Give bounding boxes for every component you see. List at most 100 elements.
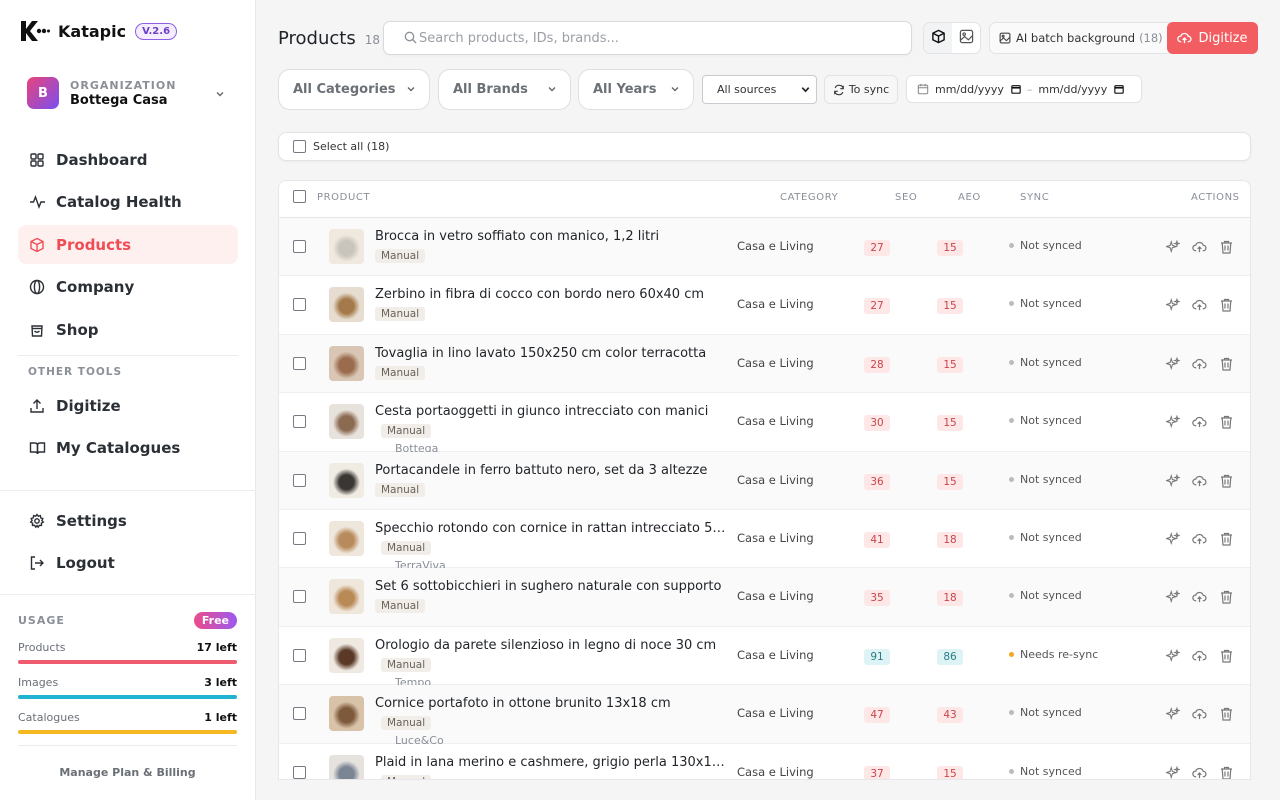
nav-item-settings[interactable]: Settings bbox=[18, 501, 238, 540]
delete-button[interactable] bbox=[1217, 296, 1235, 314]
date-to-input[interactable]: mm/dd/yyyy bbox=[1038, 83, 1124, 96]
product-thumbnail[interactable] bbox=[329, 754, 364, 779]
row-checkbox[interactable] bbox=[293, 531, 306, 545]
table-row[interactable]: Tovaglia in lino lavato 150x250 cm color… bbox=[279, 334, 1250, 394]
nav-item-my-catalogues[interactable]: My Catalogues bbox=[18, 429, 238, 468]
delete-button[interactable] bbox=[1217, 705, 1235, 723]
product-name[interactable]: Orologio da parete silenzioso in legno d… bbox=[375, 638, 716, 653]
product-thumbnail[interactable] bbox=[329, 229, 364, 264]
ai-enhance-button[interactable] bbox=[1164, 296, 1182, 314]
delete-button[interactable] bbox=[1217, 355, 1235, 373]
sync-upload-button[interactable] bbox=[1191, 530, 1209, 548]
product-thumbnail[interactable] bbox=[329, 637, 364, 673]
search-box[interactable] bbox=[383, 21, 912, 55]
delete-button[interactable] bbox=[1217, 764, 1235, 779]
digitize-button[interactable]: Digitize bbox=[1167, 22, 1258, 54]
table-row[interactable]: Cornice portafoto in ottone brunito 13x1… bbox=[279, 685, 1250, 747]
product-thumbnail[interactable] bbox=[329, 345, 364, 381]
sync-upload-button[interactable] bbox=[1191, 238, 1209, 256]
ai-enhance-button[interactable] bbox=[1164, 530, 1182, 548]
date-from-input[interactable]: mm/dd/yyyy bbox=[935, 83, 1021, 96]
column-seo[interactable]: SEO bbox=[895, 192, 917, 203]
column-aeo[interactable]: AEO bbox=[958, 192, 981, 203]
table-row[interactable]: Plaid in lana merino e cashmere, grigio … bbox=[279, 744, 1250, 779]
product-thumbnail[interactable] bbox=[329, 287, 364, 323]
view-image-button[interactable] bbox=[952, 23, 980, 53]
year-filter[interactable]: All Years bbox=[578, 69, 694, 110]
product-name[interactable]: Portacandele in ferro battuto nero, set … bbox=[375, 463, 707, 478]
product-name[interactable]: Set 6 sottobicchieri in sughero naturale… bbox=[375, 579, 721, 594]
nav-item-shop[interactable]: Shop bbox=[18, 310, 238, 349]
table-row[interactable]: Set 6 sottobicchieri in sughero naturale… bbox=[279, 568, 1250, 627]
delete-button[interactable] bbox=[1217, 472, 1235, 490]
brand[interactable]: Katapic V.2.6 bbox=[20, 18, 178, 44]
column-category[interactable]: CATEGORY bbox=[780, 192, 838, 203]
table-row[interactable]: Specchio rotondo con cornice in rattan i… bbox=[279, 510, 1250, 572]
to-sync-button[interactable]: To sync bbox=[824, 75, 898, 104]
nav-item-digitize[interactable]: Digitize bbox=[18, 386, 238, 425]
sync-upload-button[interactable] bbox=[1191, 472, 1209, 490]
organization-switcher[interactable]: B ORGANIZATION Bottega Casa bbox=[20, 70, 236, 116]
table-row[interactable]: Orologio da parete silenzioso in legno d… bbox=[279, 627, 1250, 702]
ai-enhance-button[interactable] bbox=[1164, 647, 1182, 665]
view-3d-button[interactable] bbox=[924, 23, 952, 53]
product-thumbnail[interactable] bbox=[329, 579, 364, 615]
row-checkbox[interactable] bbox=[293, 240, 306, 253]
table-row[interactable]: Zerbino in fibra di cocco con bordo nero… bbox=[279, 276, 1250, 335]
nav-item-dashboard[interactable]: Dashboard bbox=[18, 140, 238, 179]
select-all-checkbox[interactable] bbox=[293, 140, 306, 153]
sync-upload-button[interactable] bbox=[1191, 355, 1209, 373]
nav-item-company[interactable]: Company bbox=[18, 268, 238, 307]
search-input[interactable] bbox=[419, 30, 889, 46]
ai-enhance-button[interactable] bbox=[1164, 238, 1182, 256]
row-checkbox[interactable] bbox=[293, 590, 306, 604]
source-select[interactable]: All sources bbox=[702, 75, 817, 104]
product-name[interactable]: Tovaglia in lino lavato 150x250 cm color… bbox=[375, 346, 706, 361]
product-name[interactable]: Specchio rotondo con cornice in rattan i… bbox=[375, 521, 730, 536]
sync-upload-button[interactable] bbox=[1191, 413, 1209, 431]
product-name[interactable]: Cesta portaoggetti in giunco intrecciato… bbox=[375, 404, 708, 419]
table-row[interactable]: Portacandele in ferro battuto nero, set … bbox=[279, 451, 1250, 510]
column-sync[interactable]: SYNC bbox=[1020, 192, 1049, 203]
product-name[interactable]: Cornice portafoto in ottone brunito 13x1… bbox=[375, 696, 671, 711]
product-thumbnail[interactable] bbox=[329, 462, 364, 498]
brand-filter[interactable]: All Brands bbox=[438, 69, 571, 110]
sync-upload-button[interactable] bbox=[1191, 588, 1209, 606]
delete-button[interactable] bbox=[1217, 588, 1235, 606]
table-row[interactable]: Cesta portaoggetti in giunco intrecciato… bbox=[279, 393, 1250, 468]
product-name[interactable]: Plaid in lana merino e cashmere, grigio … bbox=[375, 755, 730, 770]
row-checkbox[interactable] bbox=[293, 415, 306, 429]
row-checkbox[interactable] bbox=[293, 765, 306, 779]
row-checkbox[interactable] bbox=[293, 473, 306, 487]
delete-button[interactable] bbox=[1217, 238, 1235, 256]
ai-enhance-button[interactable] bbox=[1164, 413, 1182, 431]
ai-enhance-button[interactable] bbox=[1164, 588, 1182, 606]
product-thumbnail[interactable] bbox=[329, 404, 364, 440]
product-name[interactable]: Zerbino in fibra di cocco con bordo nero… bbox=[375, 287, 704, 302]
product-thumbnail[interactable] bbox=[329, 520, 364, 556]
row-checkbox[interactable] bbox=[293, 356, 306, 370]
manage-plan-link[interactable]: Manage Plan & Billing bbox=[18, 745, 237, 779]
sync-upload-button[interactable] bbox=[1191, 296, 1209, 314]
row-checkbox[interactable] bbox=[293, 648, 306, 662]
sync-upload-button[interactable] bbox=[1191, 764, 1209, 779]
category-filter[interactable]: All Categories bbox=[278, 69, 430, 110]
ai-enhance-button[interactable] bbox=[1164, 705, 1182, 723]
ai-enhance-button[interactable] bbox=[1164, 355, 1182, 373]
column-product[interactable]: PRODUCT bbox=[317, 192, 370, 203]
nav-item-logout[interactable]: Logout bbox=[18, 544, 238, 583]
product-thumbnail[interactable] bbox=[329, 696, 364, 732]
nav-item-catalog-health[interactable]: Catalog Health bbox=[18, 183, 238, 222]
sync-upload-button[interactable] bbox=[1191, 647, 1209, 665]
header-checkbox[interactable] bbox=[293, 190, 306, 203]
nav-item-products[interactable]: Products bbox=[18, 225, 238, 265]
row-checkbox[interactable] bbox=[293, 707, 306, 721]
ai-enhance-button[interactable] bbox=[1164, 472, 1182, 490]
row-checkbox[interactable] bbox=[293, 298, 306, 312]
delete-button[interactable] bbox=[1217, 647, 1235, 665]
ai-enhance-button[interactable] bbox=[1164, 764, 1182, 779]
delete-button[interactable] bbox=[1217, 530, 1235, 548]
table-row[interactable]: Brocca in vetro soffiato con manico, 1,2… bbox=[279, 218, 1250, 277]
product-name[interactable]: Brocca in vetro soffiato con manico, 1,2… bbox=[375, 229, 659, 244]
ai-batch-background-button[interactable]: AI batch background (18) bbox=[989, 22, 1173, 54]
